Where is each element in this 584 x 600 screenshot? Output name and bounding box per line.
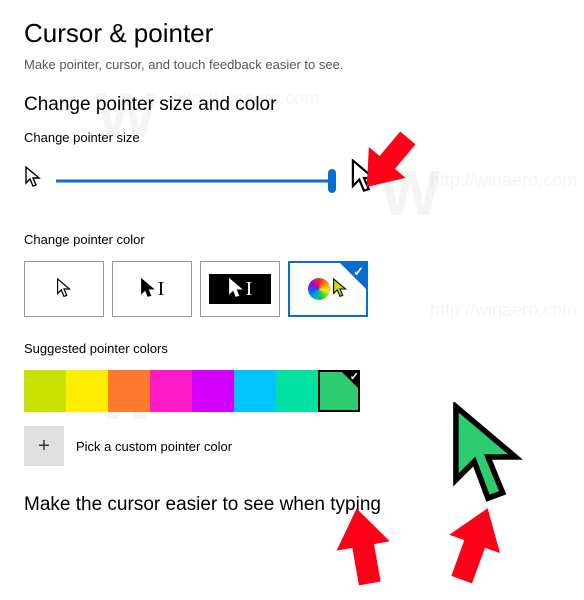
label-suggested-colors: Suggested pointer colors: [24, 341, 560, 356]
slider-track: [56, 179, 336, 182]
color-swatch[interactable]: [150, 370, 192, 412]
cursor-large-icon: [350, 159, 378, 202]
label-pointer-size: Change pointer size: [24, 130, 560, 145]
color-swatch-selected[interactable]: ✓: [318, 370, 360, 412]
pointer-color-custom[interactable]: ✓: [288, 261, 368, 317]
ibeam-icon: I: [246, 279, 253, 299]
page-subtitle: Make pointer, cursor, and touch feedback…: [24, 57, 560, 72]
check-icon: ✓: [353, 264, 364, 280]
cursor-small-icon: [24, 166, 42, 195]
pointer-color-inverted[interactable]: I: [200, 261, 280, 317]
label-pointer-color: Change pointer color: [24, 232, 560, 247]
inverted-bg: I: [209, 274, 271, 304]
pointer-size-slider[interactable]: [56, 169, 336, 193]
color-swatch[interactable]: [66, 370, 108, 412]
color-swatch[interactable]: [234, 370, 276, 412]
section-heading-size-color: Change pointer size and color: [24, 94, 560, 116]
cursor-white-icon: [56, 278, 72, 300]
page-title: Cursor & pointer: [24, 18, 560, 49]
color-swatch[interactable]: [276, 370, 318, 412]
color-swatch[interactable]: [192, 370, 234, 412]
cursor-black-icon: [140, 278, 156, 300]
cursor-preview-large-icon: [448, 402, 528, 517]
check-icon: ✓: [350, 370, 359, 383]
color-swatch[interactable]: [24, 370, 66, 412]
pointer-color-black[interactable]: I: [112, 261, 192, 317]
pointer-color-options: I I ✓: [24, 261, 560, 317]
pick-custom-color-button[interactable]: +: [24, 426, 64, 466]
slider-thumb[interactable]: [328, 169, 336, 193]
cursor-inverted-icon: [228, 278, 244, 300]
pointer-size-row: [24, 159, 560, 202]
pick-custom-color-label: Pick a custom pointer color: [76, 439, 232, 454]
color-wheel-icon: [308, 278, 330, 300]
pointer-color-white[interactable]: [24, 261, 104, 317]
plus-icon: +: [38, 435, 50, 458]
ibeam-icon: I: [158, 279, 165, 299]
color-swatch[interactable]: [108, 370, 150, 412]
